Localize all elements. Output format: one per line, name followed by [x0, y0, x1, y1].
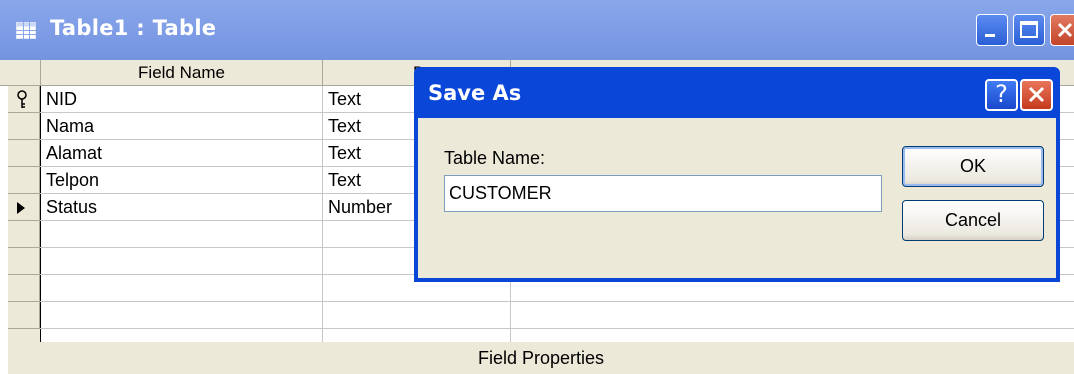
current-row-arrow-icon [17, 202, 25, 214]
window-titlebar[interactable]: Table1 : Table [0, 0, 1074, 60]
row-selector[interactable] [8, 167, 40, 194]
save-as-dialog: Save As ? Table Name: OK Cancel [414, 67, 1060, 282]
minimize-button[interactable] [976, 14, 1008, 46]
data-type-cell[interactable]: Text [323, 113, 361, 140]
dialog-body: Table Name: OK Cancel [418, 118, 1056, 278]
dialog-title: Save As [428, 81, 522, 105]
data-type-cell[interactable]: Text [323, 140, 361, 167]
field-name-cell[interactable]: Nama [41, 113, 94, 140]
row-selector[interactable] [8, 113, 40, 140]
window-close-button[interactable] [1050, 14, 1074, 46]
minimize-icon [985, 34, 995, 37]
field-name-cell[interactable]: Alamat [41, 140, 102, 167]
primary-key-icon [17, 90, 27, 108]
row-selector[interactable] [8, 302, 40, 329]
table-icon [16, 22, 36, 39]
row-selector[interactable] [8, 140, 40, 167]
field-name-cell[interactable]: Telpon [41, 167, 99, 194]
dialog-close-button[interactable] [1020, 79, 1053, 111]
row-selector[interactable] [8, 221, 40, 248]
close-icon [1057, 22, 1073, 38]
field-properties-header: Field Properties [8, 342, 1074, 374]
help-button[interactable]: ? [985, 79, 1018, 111]
header-corner [0, 60, 40, 86]
maximize-icon [1020, 21, 1038, 38]
row-selector[interactable] [8, 248, 40, 275]
data-type-cell[interactable]: Text [323, 167, 361, 194]
maximize-button[interactable] [1013, 14, 1045, 46]
cancel-button[interactable]: Cancel [902, 200, 1044, 241]
table-name-label: Table Name: [444, 148, 546, 168]
column-header-field-name[interactable]: Field Name [40, 60, 322, 86]
close-icon [1028, 86, 1045, 103]
field-name-cell[interactable]: Status [41, 194, 97, 221]
field-name-cell[interactable]: NID [41, 86, 77, 113]
help-icon: ? [995, 80, 1008, 108]
row-selector[interactable] [8, 275, 40, 302]
table-name-input[interactable] [444, 175, 882, 212]
window-title: Table1 : Table [50, 16, 217, 40]
data-type-cell[interactable]: Text [323, 86, 361, 113]
data-type-cell[interactable]: Number [323, 194, 392, 221]
ok-button[interactable]: OK [902, 146, 1044, 187]
